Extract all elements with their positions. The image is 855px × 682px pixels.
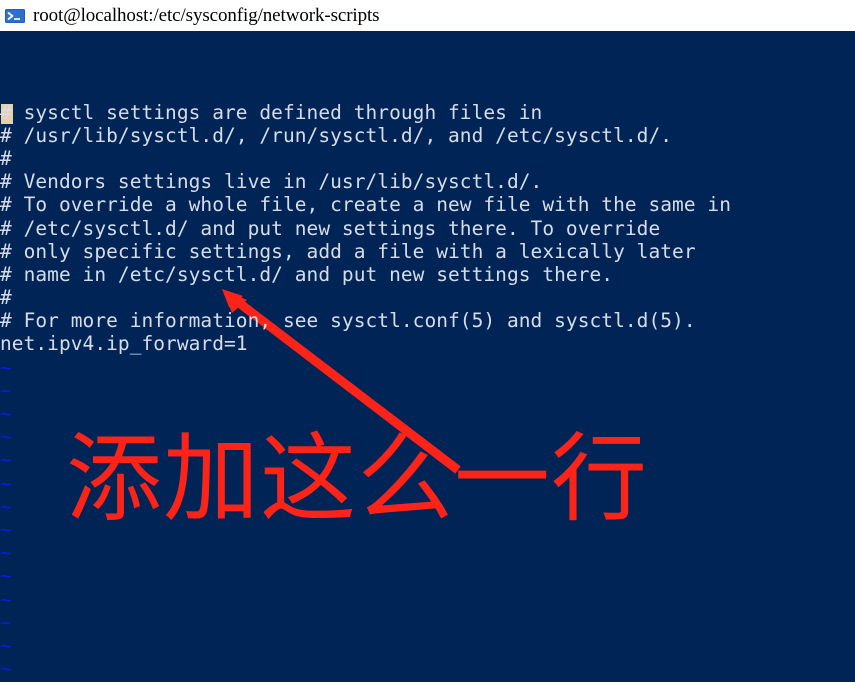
terminal-line-text: # bbox=[0, 146, 12, 170]
terminal-window: root@localhost:/etc/sysconfig/network-sc… bbox=[0, 0, 855, 682]
terminal-line: # sysctl settings are defined through fi… bbox=[0, 101, 855, 124]
terminal-line: # For more information, see sysctl.conf(… bbox=[0, 309, 855, 332]
terminal-body[interactable]: # sysctl settings are defined through fi… bbox=[0, 31, 855, 682]
terminal-text-buffer: # sysctl settings are defined through fi… bbox=[0, 31, 855, 682]
terminal-empty-line-marker: ~ bbox=[0, 657, 12, 681]
terminal-empty-line-marker: ~ bbox=[0, 471, 12, 495]
terminal-empty-line-marker: ~ bbox=[0, 494, 12, 518]
terminal-empty-line-marker: ~ bbox=[0, 355, 12, 379]
terminal-empty-line-marker: ~ bbox=[0, 541, 12, 565]
terminal-empty-line-marker: ~ bbox=[0, 564, 12, 588]
terminal-line-text: net.ipv4.ip_forward=1 bbox=[0, 332, 248, 356]
terminal-line: # /usr/lib/sysctl.d/, /run/sysctl.d/, an… bbox=[0, 124, 855, 147]
terminal-line: # Vendors settings live in /usr/lib/sysc… bbox=[0, 170, 855, 193]
terminal-line: # bbox=[0, 286, 855, 309]
terminal-empty-line-marker: ~ bbox=[0, 633, 12, 657]
terminal-line: # only specific settings, add a file wit… bbox=[0, 240, 855, 263]
terminal-line-text: # Vendors settings live in /usr/lib/sysc… bbox=[0, 170, 543, 194]
terminal-line-text: # name in /etc/sysctl.d/ and put new set… bbox=[0, 262, 614, 286]
terminal-line-text: # sysctl settings are defined through fi… bbox=[0, 100, 543, 124]
terminal-empty-line-marker: ~ bbox=[0, 425, 12, 449]
terminal-prompt-icon bbox=[5, 8, 25, 23]
terminal-line: # /etc/sysctl.d/ and put new settings th… bbox=[0, 217, 855, 240]
terminal-empty-line-marker: ~ bbox=[0, 587, 12, 611]
terminal-line-text: # /etc/sysctl.d/ and put new settings th… bbox=[0, 216, 661, 240]
terminal-line-text: # For more information, see sysctl.conf(… bbox=[0, 309, 696, 333]
terminal-line-text: # bbox=[0, 286, 12, 310]
terminal-empty-line-marker: ~ bbox=[0, 517, 12, 541]
terminal-line: net.ipv4.ip_forward=1 bbox=[0, 332, 855, 355]
terminal-line-text: # To override a whole file, create a new… bbox=[0, 193, 731, 217]
terminal-line: # bbox=[0, 147, 855, 170]
terminal-line-text: # only specific settings, add a file wit… bbox=[0, 239, 696, 263]
terminal-line: # To override a whole file, create a new… bbox=[0, 193, 855, 216]
terminal-empty-line-marker: ~ bbox=[0, 378, 12, 402]
window-title: root@localhost:/etc/sysconfig/network-sc… bbox=[33, 4, 380, 26]
terminal-empty-line-marker: ~ bbox=[0, 448, 12, 472]
terminal-empty-line-marker: ~ bbox=[0, 402, 12, 426]
title-bar: root@localhost:/etc/sysconfig/network-sc… bbox=[0, 0, 855, 31]
terminal-line-text: # /usr/lib/sysctl.d/, /run/sysctl.d/, an… bbox=[0, 123, 673, 147]
terminal-empty-line-marker: ~ bbox=[0, 610, 12, 634]
terminal-line: # name in /etc/sysctl.d/ and put new set… bbox=[0, 263, 855, 286]
